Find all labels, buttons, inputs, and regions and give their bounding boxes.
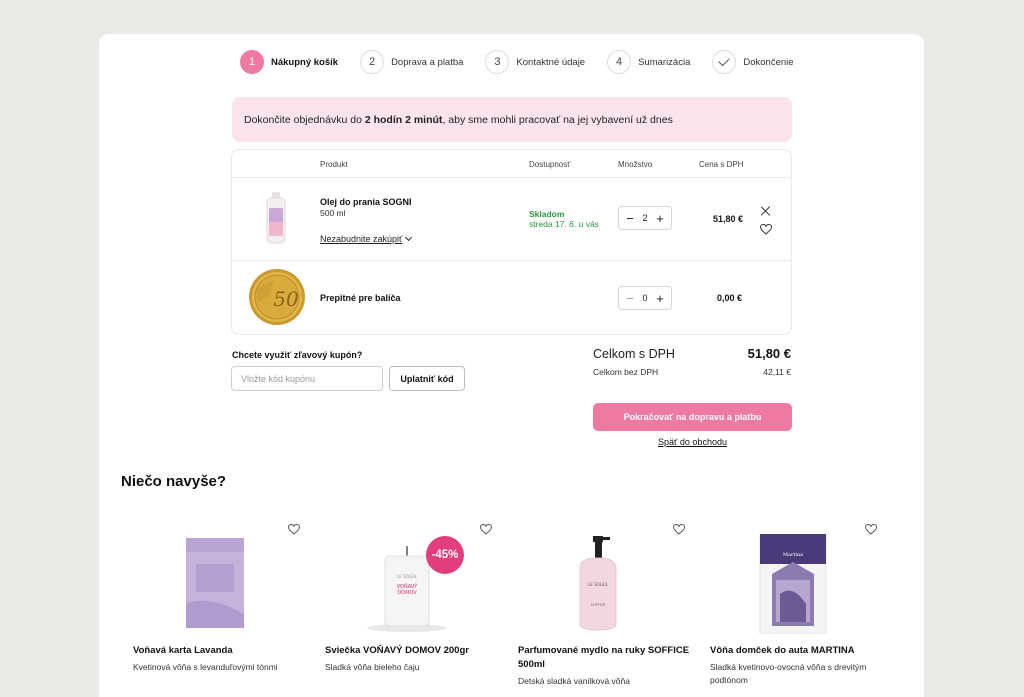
upsell-title[interactable]: Sviečka VOŇAVÝ DOMOV 200gr bbox=[325, 644, 500, 658]
delivery-date: streda 17. 6. u vás bbox=[529, 219, 599, 229]
upsell-item[interactable]: LE SOLEIL SOFFICE Parfumované mydlo na r… bbox=[518, 520, 693, 697]
step-shipping[interactable]: 2 Doprava a platba bbox=[360, 50, 463, 74]
discount-badge: -45% bbox=[426, 536, 464, 574]
upsell-title[interactable]: Voňavá karta Lavanda bbox=[133, 644, 308, 658]
table-row: Olej do prania SOGNI 500 ml Nezabudnite … bbox=[232, 178, 791, 261]
step-label: Sumarizácia bbox=[638, 56, 691, 68]
check-icon bbox=[718, 54, 731, 67]
minus-button[interactable]: − bbox=[625, 292, 635, 305]
step-label: Kontaktné údaje bbox=[516, 56, 586, 68]
banner-text-pre: Dokončite objednávku do bbox=[244, 113, 362, 126]
svg-text:Martina: Martina bbox=[783, 552, 803, 558]
svg-text:DOMOV: DOMOV bbox=[397, 590, 417, 596]
checkout-steps: 1 Nákupný košík 2 Doprava a platba 3 Kon… bbox=[240, 50, 816, 74]
product-name[interactable]: Olej do prania SOGNI bbox=[320, 197, 412, 207]
continue-button[interactable]: Pokračovať na dopravu a platbu bbox=[593, 403, 792, 431]
product-name: Prepitné pre balíča bbox=[320, 293, 401, 303]
upsell-desc: Sladká vôňa bieleho čaju bbox=[325, 662, 420, 672]
product-image[interactable] bbox=[264, 192, 288, 244]
step-number: 2 bbox=[360, 50, 385, 74]
section-title: Niečo navyše? bbox=[121, 473, 227, 490]
product-image[interactable] bbox=[133, 534, 308, 634]
reminder-label: Nezabudnite zakúpiť bbox=[320, 234, 403, 244]
table-row: 50 Prepitné pre balíča − 0 + 0,00 € bbox=[232, 261, 791, 335]
quantity-stepper: − 2 + bbox=[618, 206, 672, 230]
quantity-stepper: − 0 + bbox=[618, 286, 672, 310]
upsell-title[interactable]: Vôňa domček do auta MARTINA bbox=[710, 644, 885, 658]
step-label: Nákupný košík bbox=[271, 56, 339, 68]
product-price: 51,80 € bbox=[713, 214, 744, 224]
stock-status: Skladom bbox=[529, 209, 565, 219]
close-icon[interactable] bbox=[761, 206, 771, 216]
product-image[interactable]: LE SOLEIL SOFFICE bbox=[518, 534, 693, 634]
chevron-down-icon bbox=[405, 233, 413, 242]
header-price: Cena s DPH bbox=[699, 160, 744, 169]
header-quantity: Množstvo bbox=[618, 160, 653, 169]
step-cart[interactable]: 1 Nákupný košík bbox=[240, 50, 338, 74]
coupon-input[interactable] bbox=[231, 366, 383, 391]
step-summary[interactable]: 4 Sumarizácia bbox=[607, 50, 690, 74]
step-number: 1 bbox=[240, 50, 264, 74]
step-number: 3 bbox=[485, 50, 510, 74]
step-label: Doprava a platba bbox=[391, 56, 464, 68]
plus-button[interactable]: + bbox=[655, 292, 665, 305]
svg-text:50: 50 bbox=[273, 287, 299, 311]
total-value: 51,80 € bbox=[747, 346, 791, 361]
svg-text:LE SOLEIL: LE SOLEIL bbox=[397, 574, 418, 579]
coin-image: 50 bbox=[249, 269, 305, 325]
reminder-link[interactable]: Nezabudnite zakúpiť bbox=[320, 233, 413, 244]
header-product: Produkt bbox=[320, 160, 348, 169]
upsell-item[interactable]: Voňavá karta Lavanda Kvetinová vôňa s le… bbox=[133, 520, 308, 697]
total-label: Celkom s DPH bbox=[593, 347, 675, 361]
net-total-value: 42,11 € bbox=[763, 367, 791, 377]
back-to-shop-link[interactable]: Späť do obchodu bbox=[593, 437, 792, 447]
step-label: Dokončenie bbox=[743, 56, 794, 68]
upsell-item[interactable]: LE SOLEIL VOŇAVÝ DOMOV -45% Sviečka VOŇA… bbox=[325, 520, 500, 697]
quantity-value[interactable]: 2 bbox=[642, 213, 647, 223]
product-image[interactable]: Martina bbox=[710, 534, 885, 634]
step-number: 4 bbox=[607, 50, 632, 74]
product-volume: 500 ml bbox=[320, 208, 346, 218]
header-availability: Dostupnosť bbox=[529, 160, 571, 169]
table-header: Produkt Dostupnosť Množstvo Cena s DPH bbox=[232, 150, 791, 178]
plus-button[interactable]: + bbox=[655, 212, 665, 225]
product-image[interactable]: LE SOLEIL VOŇAVÝ DOMOV bbox=[325, 534, 500, 634]
coupon-title: Chcete využiť zľavový kupón? bbox=[232, 350, 363, 360]
apply-coupon-button[interactable]: Uplatniť kód bbox=[389, 366, 465, 391]
svg-text:SOFFICE: SOFFICE bbox=[591, 603, 606, 607]
upsell-item[interactable]: Martina Vôňa domček do auta MARTINA Slad… bbox=[710, 520, 885, 697]
product-price: 0,00 € bbox=[717, 293, 743, 303]
svg-text:LE SOLEIL: LE SOLEIL bbox=[588, 582, 609, 587]
step-contact[interactable]: 3 Kontaktné údaje bbox=[485, 50, 585, 74]
upsell-desc: Kvetinová vôňa s levanduľovými tónmi bbox=[133, 662, 278, 672]
net-total-label: Celkom bez DPH bbox=[593, 367, 659, 377]
upsell-desc: Detská sladká vanilková vôňa bbox=[518, 676, 630, 686]
upsell-title[interactable]: Parfumované mydlo na ruky SOFFICE 500ml bbox=[518, 644, 693, 672]
step-finish[interactable]: Dokončenie bbox=[712, 50, 794, 74]
minus-button[interactable]: − bbox=[625, 212, 635, 225]
deadline-banner: Dokončite objednávku do 2 hodín 2 minút,… bbox=[232, 97, 792, 142]
quantity-value[interactable]: 0 bbox=[642, 293, 647, 303]
step-check bbox=[712, 50, 737, 74]
upsell-desc: Sladká kvetinovo-ovocná vôňa s drevitým … bbox=[710, 662, 867, 685]
heart-icon[interactable] bbox=[760, 224, 772, 235]
banner-time: 2 hodín 2 minút bbox=[364, 113, 443, 126]
cart-table: Produkt Dostupnosť Množstvo Cena s DPH O… bbox=[231, 149, 792, 335]
svg-text:VOŇAVÝ: VOŇAVÝ bbox=[397, 583, 419, 590]
banner-text-post: , aby sme mohli pracovať na jej vybavení… bbox=[442, 113, 673, 126]
